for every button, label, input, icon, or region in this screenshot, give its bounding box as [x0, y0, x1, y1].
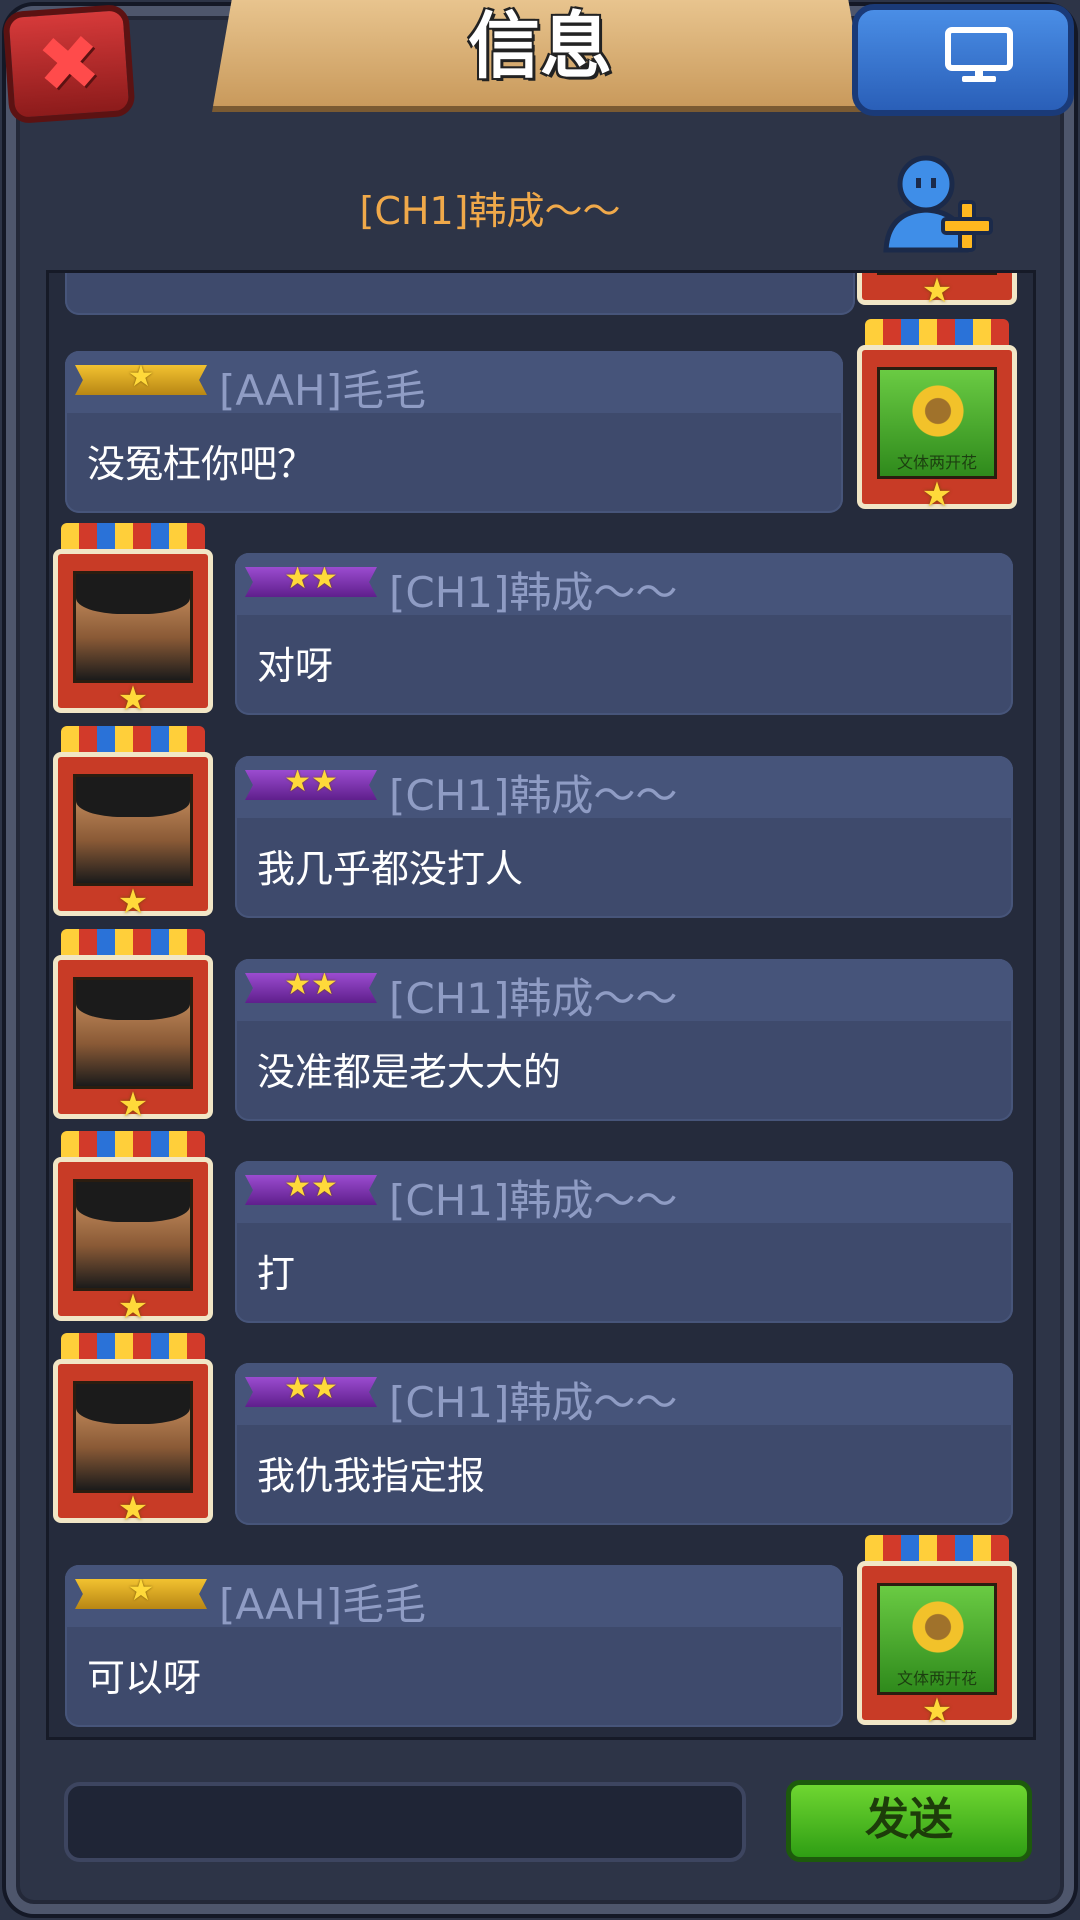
- message-sender-name: [CH1]韩成～～: [389, 771, 678, 820]
- message-sender-name: [AAH]毛毛: [219, 366, 426, 415]
- chat-message-list[interactable]: ★ ★ [AAH]毛毛 没冤枉你吧？ 文体两开花 ★ ★ ★★ [CH1]韩成～…: [46, 270, 1036, 1740]
- avatar-label: 文体两开花: [896, 453, 977, 472]
- hero-avatar[interactable]: ★: [53, 726, 213, 922]
- monitor-icon: [945, 27, 1013, 82]
- screen-button[interactable]: [852, 4, 1074, 116]
- chat-message: ★ [AAH]毛毛 可以呀: [65, 1565, 843, 1727]
- chat-message: ★★ [CH1]韩成～～ 我几乎都没打人: [235, 756, 1013, 918]
- chat-message: ★★ [CH1]韩成～～ 没准都是老大大的: [235, 959, 1013, 1121]
- send-button[interactable]: 发送: [786, 1780, 1032, 1862]
- message-text: 打: [257, 1252, 296, 1296]
- add-friend-icon: [883, 155, 993, 253]
- message-sender-name: [CH1]韩成～～: [389, 1176, 678, 1225]
- page-title: 信息: [467, 4, 612, 88]
- chat-message: ★★ [CH1]韩成～～ 对呀: [235, 553, 1013, 715]
- add-friend-button[interactable]: [878, 150, 998, 260]
- hero-avatar[interactable]: ★: [53, 929, 213, 1125]
- message-text: 可以呀: [87, 1656, 202, 1700]
- avatar-label: 文体两开花: [896, 1669, 977, 1688]
- message-text: 我仇我指定报: [257, 1454, 486, 1498]
- sunflower-avatar[interactable]: 文体两开花 ★: [857, 1535, 1017, 1731]
- message-sender-name: [CH1]韩成～～: [389, 974, 678, 1023]
- message-sender-name: [CH1]韩成～～: [389, 1378, 678, 1427]
- message-input[interactable]: [64, 1782, 746, 1862]
- partial-message: [65, 273, 855, 315]
- hero-avatar[interactable]: ★: [53, 1333, 213, 1529]
- message-text: 对呀: [257, 644, 334, 688]
- close-button[interactable]: ✖: [2, 3, 136, 125]
- message-text: 没准都是老大大的: [257, 1050, 562, 1094]
- close-icon: ✖: [34, 16, 104, 111]
- chat-message: ★★ [CH1]韩成～～ 我仇我指定报: [235, 1363, 1013, 1525]
- hero-avatar[interactable]: ★: [53, 1131, 213, 1327]
- message-text: 我几乎都没打人: [257, 847, 524, 891]
- message-sender-name: [AAH]毛毛: [219, 1580, 426, 1629]
- message-sender-name: [CH1]韩成～～: [389, 568, 678, 617]
- message-text: 没冤枉你吧？: [87, 442, 316, 486]
- sunflower-avatar-partial: ★: [857, 273, 1017, 311]
- chat-partner-title: [CH1]韩成～～: [359, 189, 621, 233]
- chat-message: ★ [AAH]毛毛 没冤枉你吧？: [65, 351, 843, 513]
- chat-message: ★★ [CH1]韩成～～ 打: [235, 1161, 1013, 1323]
- sunflower-avatar[interactable]: 文体两开花 ★: [857, 319, 1017, 515]
- hero-avatar[interactable]: ★: [53, 523, 213, 719]
